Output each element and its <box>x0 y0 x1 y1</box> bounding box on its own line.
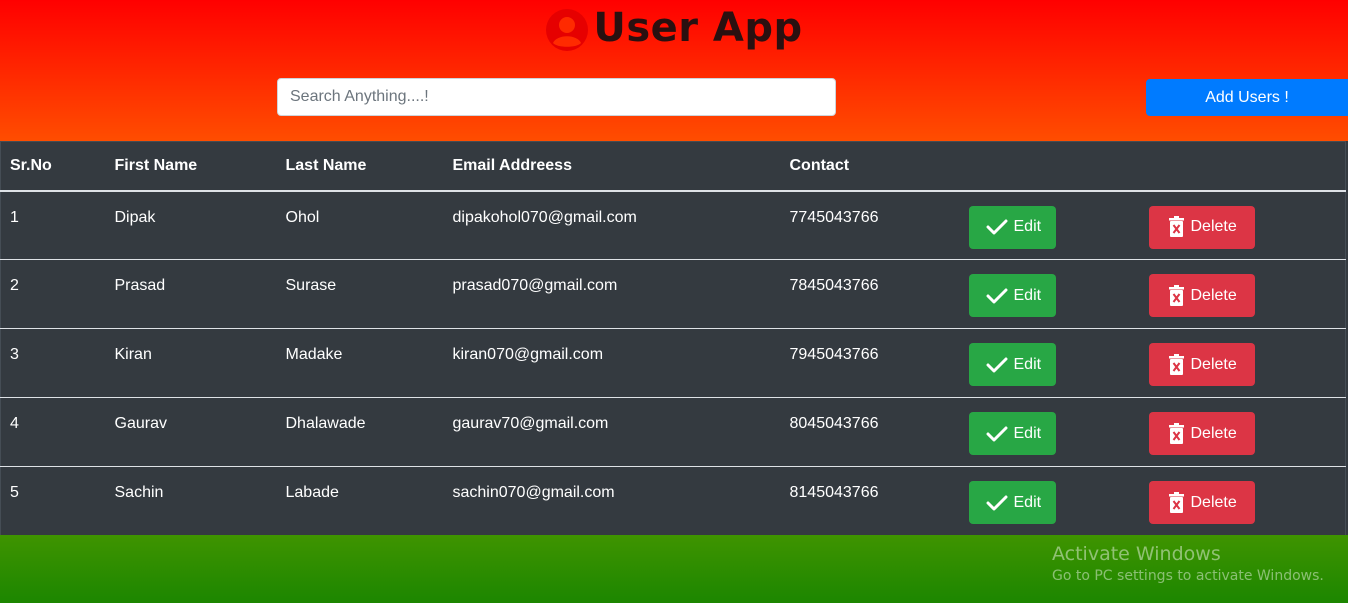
edit-button[interactable]: Edit <box>968 412 1056 455</box>
cell-last-name: Labade <box>285 484 339 501</box>
header-first-name: First Name <box>114 156 198 174</box>
trash-icon <box>1168 216 1184 237</box>
cell-last-name: Ohol <box>285 208 320 226</box>
users-table: Sr.No First Name Last Name Email Addrees… <box>0 141 1346 536</box>
trash-icon <box>1168 422 1184 444</box>
cell-contact: 7845043766 <box>789 277 879 294</box>
cell-delete: Delete <box>1140 329 1346 398</box>
cell-sr-no: 2 <box>10 277 19 294</box>
edit-label: Edit <box>1013 493 1042 511</box>
checkmark-icon <box>986 288 1007 303</box>
cell-first-name: Sachin <box>114 484 164 501</box>
app-title: User App <box>593 5 803 51</box>
table-row: 4 Gaurav Dhalawade gaurav70@gmail.com 80… <box>0 398 1346 467</box>
trash-icon <box>1168 284 1184 306</box>
edit-button[interactable]: Edit <box>968 481 1056 524</box>
header-sr-no: Sr.No <box>10 156 52 174</box>
search-input[interactable] <box>277 78 836 116</box>
checkmark-icon <box>986 426 1007 441</box>
trash-icon <box>1168 491 1184 513</box>
cell-first-name: Dipak <box>114 208 156 226</box>
cell-edit: Edit <box>960 329 1140 398</box>
cell-edit: Edit <box>960 260 1140 329</box>
checkmark-icon <box>986 495 1007 510</box>
delete-button[interactable]: Delete <box>1148 481 1255 524</box>
cell-first-name: Kiran <box>114 346 152 363</box>
cell-contact: 8145043766 <box>789 484 879 501</box>
cell-contact: 8045043766 <box>789 415 879 432</box>
cell-email: kiran070@gmail.com <box>452 346 604 363</box>
header-last-name: Last Name <box>285 156 367 174</box>
delete-button[interactable]: Delete <box>1148 412 1255 455</box>
cell-edit: Edit <box>960 467 1140 536</box>
delete-label: Delete <box>1190 493 1237 511</box>
cell-sr-no: 4 <box>10 415 19 432</box>
delete-label: Delete <box>1190 355 1237 373</box>
cell-delete: Delete <box>1140 260 1346 329</box>
cell-delete: Delete <box>1140 191 1346 260</box>
cell-edit: Edit <box>960 398 1140 467</box>
delete-label: Delete <box>1190 218 1237 235</box>
delete-label: Delete <box>1190 286 1237 304</box>
cell-sr-no: 1 <box>10 208 19 226</box>
cell-contact: 7945043766 <box>789 346 879 363</box>
header: User App Add Users ! <box>0 0 1348 141</box>
checkmark-icon <box>986 357 1007 372</box>
watermark-subtitle: Go to PC settings to activate Windows. <box>1052 568 1324 584</box>
edit-button[interactable]: Edit <box>968 205 1056 249</box>
table-row: 1 Dipak Ohol dipakohol070@gmail.com 7745… <box>0 191 1346 260</box>
table-row: 5 Sachin Labade sachin070@gmail.com 8145… <box>1 467 1346 536</box>
edit-label: Edit <box>1013 424 1042 442</box>
edit-label: Edit <box>1013 286 1042 304</box>
cell-sr-no: 5 <box>10 484 19 501</box>
header-delete-blank <box>1140 142 1346 191</box>
delete-button[interactable]: Delete <box>1148 274 1255 317</box>
edit-button[interactable]: Edit <box>968 343 1056 386</box>
trash-icon <box>1168 353 1184 375</box>
edit-button[interactable]: Edit <box>968 274 1056 317</box>
delete-label: Delete <box>1190 424 1237 442</box>
cell-delete: Delete <box>1140 398 1346 467</box>
delete-button[interactable]: Delete <box>1148 343 1255 386</box>
cell-last-name: Madake <box>285 346 343 363</box>
cell-first-name: Prasad <box>114 277 166 294</box>
header-edit-blank <box>960 142 1140 191</box>
cell-email: dipakohol070@gmail.com <box>452 208 637 226</box>
app-title-bar: User App <box>0 4 1348 52</box>
cell-edit: Edit <box>960 191 1140 260</box>
header-email: Email Addreess <box>452 156 572 174</box>
header-contact: Contact <box>789 156 850 174</box>
activate-windows-watermark: Activate Windows Go to PC settings to ac… <box>1052 543 1324 584</box>
add-users-button[interactable]: Add Users ! <box>1146 79 1348 116</box>
table-row: 2 Prasad Surase prasad070@gmail.com 7845… <box>0 260 1346 329</box>
cell-first-name: Gaurav <box>114 415 167 432</box>
edit-label: Edit <box>1013 355 1042 373</box>
watermark-title: Activate Windows <box>1052 543 1221 565</box>
cell-email: gaurav70@gmail.com <box>452 415 609 432</box>
cell-sr-no: 3 <box>10 346 19 363</box>
cell-last-name: Surase <box>285 277 337 294</box>
edit-label: Edit <box>1013 218 1042 235</box>
cell-last-name: Dhalawade <box>285 415 366 432</box>
delete-button[interactable]: Delete <box>1148 205 1255 249</box>
cell-email: prasad070@gmail.com <box>452 277 618 294</box>
table-row: 3 Kiran Madake kiran070@gmail.com 794504… <box>0 329 1346 398</box>
checkmark-icon <box>986 219 1007 235</box>
cell-delete: Delete <box>1140 467 1346 536</box>
user-circle-icon <box>546 9 589 51</box>
cell-email: sachin070@gmail.com <box>452 484 615 501</box>
cell-contact: 7745043766 <box>789 208 879 226</box>
table-header-row: Sr.No First Name Last Name Email Addrees… <box>0 141 1346 191</box>
